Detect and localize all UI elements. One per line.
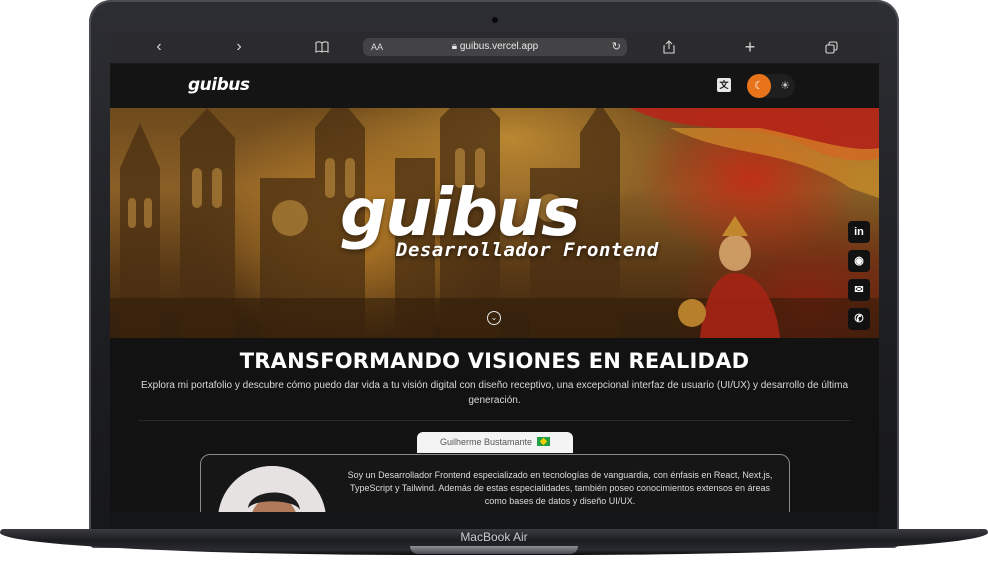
moon-icon[interactable]: ☾ (747, 74, 771, 98)
base-notch (410, 546, 578, 554)
browser-toolbar: ‹ › AA 🔒︎ guibus.vercel.app ↻ + (110, 31, 879, 64)
lock-icon: 🔒︎ (451, 41, 458, 52)
contact-icon: ✉ (854, 284, 864, 296)
plus-icon: + (744, 36, 756, 57)
contact-button[interactable]: ✉ (848, 279, 870, 301)
device-label: MacBook Air (460, 530, 528, 544)
hero-subtitle: Desarrollador Frontend (396, 239, 659, 261)
address-bar[interactable]: AA 🔒︎ guibus.vercel.app ↻ (363, 38, 627, 56)
brazil-flag-icon (537, 437, 551, 446)
share-button[interactable] (654, 31, 684, 63)
section-headline: TRANSFORMANDO VISIONES EN REALIDAD (239, 349, 750, 373)
reload-icon[interactable]: ↻ (612, 38, 621, 56)
tabs-button[interactable] (816, 31, 846, 63)
chevron-right-icon: › (236, 38, 242, 55)
site-logo[interactable]: guibus (188, 75, 250, 95)
chevron-left-icon: ‹ (156, 38, 162, 55)
profile-bio: Soy un Desarrollador Frontend especializ… (347, 470, 773, 506)
book-icon (315, 41, 329, 53)
section-lead: Explora mi portafolio y descubre cómo pu… (140, 380, 849, 406)
new-tab-button[interactable]: + (735, 31, 765, 63)
screen: ‹ › AA 🔒︎ guibus.vercel.app ↻ + guibus 文… (110, 31, 879, 512)
divider (138, 420, 851, 421)
translate-icon[interactable]: 文 (717, 78, 731, 92)
share-icon (663, 40, 675, 54)
bottom-bezel (110, 512, 879, 529)
linkedin-icon: in (854, 226, 864, 238)
github-icon: ◉ (854, 255, 864, 267)
reader-button[interactable] (307, 31, 337, 63)
tabs-icon (824, 40, 838, 54)
url-text: guibus.vercel.app (459, 41, 539, 52)
hero-banner: guibus Desarrollador Frontend ⌄ (110, 108, 879, 338)
whatsapp-button[interactable]: ✆ (848, 308, 870, 330)
site-navbar: guibus 文 ☾ ☀ (110, 64, 879, 108)
linkedin-button[interactable]: in (848, 221, 870, 243)
camera (492, 17, 498, 23)
github-button[interactable]: ◉ (848, 250, 870, 272)
back-button[interactable]: ‹ (144, 31, 174, 63)
theme-toggle[interactable]: ☾ ☀ (747, 74, 795, 98)
forward-button[interactable]: › (224, 31, 254, 63)
profile-name: Guilherme Bustamante (439, 437, 533, 447)
profile-name-tab: Guilherme Bustamante (417, 432, 573, 453)
chevron-down-circle-icon[interactable]: ⌄ (487, 311, 501, 325)
whatsapp-icon: ✆ (854, 313, 864, 325)
hero-title: guibus (340, 174, 580, 251)
sun-icon[interactable]: ☀ (775, 74, 795, 98)
